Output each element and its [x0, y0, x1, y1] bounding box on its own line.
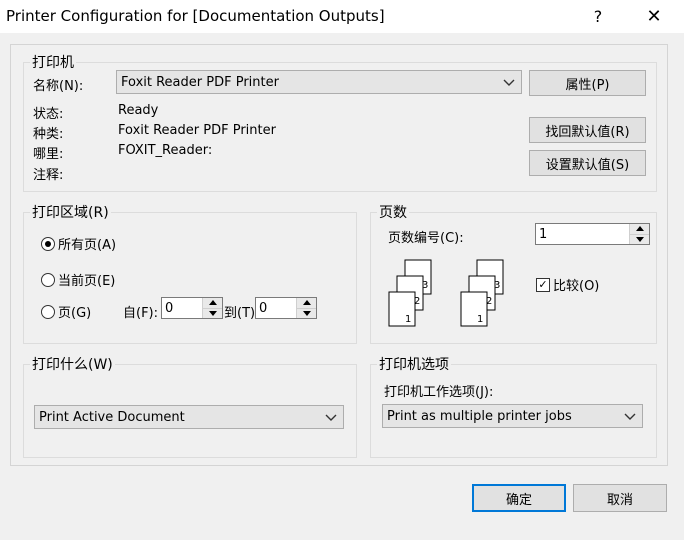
print-what-combo[interactable]: Print Active Document [34, 405, 344, 429]
where-label: 哪里: [33, 147, 64, 162]
ok-button[interactable]: 确定 [472, 484, 566, 512]
spin-down-icon[interactable] [630, 234, 649, 244]
status-value: Ready [118, 103, 159, 118]
close-icon: ✕ [646, 6, 662, 27]
svg-text:1: 1 [477, 314, 483, 325]
printer-name-label: 名称(N): [33, 79, 84, 94]
type-value: Foxit Reader PDF Printer [118, 123, 276, 138]
radio-current-page[interactable]: 当前页(E) [41, 270, 115, 289]
radio-pages[interactable]: 页(G) [41, 302, 91, 321]
spin-down-icon[interactable] [203, 308, 222, 318]
comment-label: 注释: [33, 168, 64, 183]
copies-number-label: 页数编号(C): [388, 231, 464, 246]
spin-up-icon[interactable] [630, 224, 649, 235]
printer-group-label: 打印机 [32, 55, 74, 71]
collate-pages-icon: 3 2 1 3 2 1 [388, 259, 504, 327]
job-options-combo[interactable]: Print as multiple printer jobs [382, 404, 643, 428]
chevron-down-icon [325, 414, 337, 421]
window-title: Printer Configuration for [Documentation… [6, 7, 385, 25]
where-value: FOXIT_Reader: [118, 143, 213, 158]
job-options-value: Print as multiple printer jobs [387, 408, 572, 424]
radio-indicator [41, 272, 55, 287]
radio-indicator [41, 236, 55, 251]
status-label: 状态: [33, 107, 64, 122]
title-bar: Printer Configuration for [Documentation… [0, 0, 684, 33]
from-label: 自(F): [123, 306, 159, 321]
checkbox-indicator: ✓ [536, 277, 550, 292]
collate-checkbox[interactable]: ✓ 比较(O) [536, 275, 599, 294]
printer-options-group-label: 打印机选项 [379, 357, 449, 373]
from-page-input[interactable]: 0 [161, 297, 223, 319]
print-what-group-label: 打印什么(W) [32, 357, 113, 373]
cancel-button[interactable]: 取消 [573, 484, 667, 512]
spin-up-icon[interactable] [297, 298, 316, 309]
chevron-down-icon [624, 413, 636, 420]
radio-indicator [41, 304, 55, 319]
to-page-input[interactable]: 0 [255, 297, 317, 319]
help-icon: ? [593, 7, 603, 26]
spin-down-icon[interactable] [297, 308, 316, 318]
radio-all-pages[interactable]: 所有页(A) [41, 234, 116, 253]
set-defaults-button[interactable]: 设置默认值(S) [529, 150, 646, 176]
copies-number-input[interactable]: 1 [535, 223, 650, 245]
print-range-group-label: 打印区域(R) [32, 205, 109, 221]
restore-defaults-button[interactable]: 找回默认值(R) [529, 117, 646, 143]
type-label: 种类: [33, 127, 64, 142]
job-options-label: 打印机工作选项(J): [384, 385, 494, 400]
print-what-value: Print Active Document [39, 409, 185, 425]
copies-group-label: 页数 [379, 205, 407, 221]
printer-name-combo[interactable]: Foxit Reader PDF Printer [116, 70, 522, 94]
help-button[interactable]: ? [578, 0, 618, 33]
printer-name-value: Foxit Reader PDF Printer [121, 74, 279, 90]
properties-button[interactable]: 属性(P) [529, 70, 646, 96]
spin-up-icon[interactable] [203, 298, 222, 309]
check-icon: ✓ [538, 278, 548, 291]
chevron-down-icon [503, 79, 515, 86]
svg-text:1: 1 [405, 314, 411, 325]
close-button[interactable]: ✕ [634, 0, 674, 33]
